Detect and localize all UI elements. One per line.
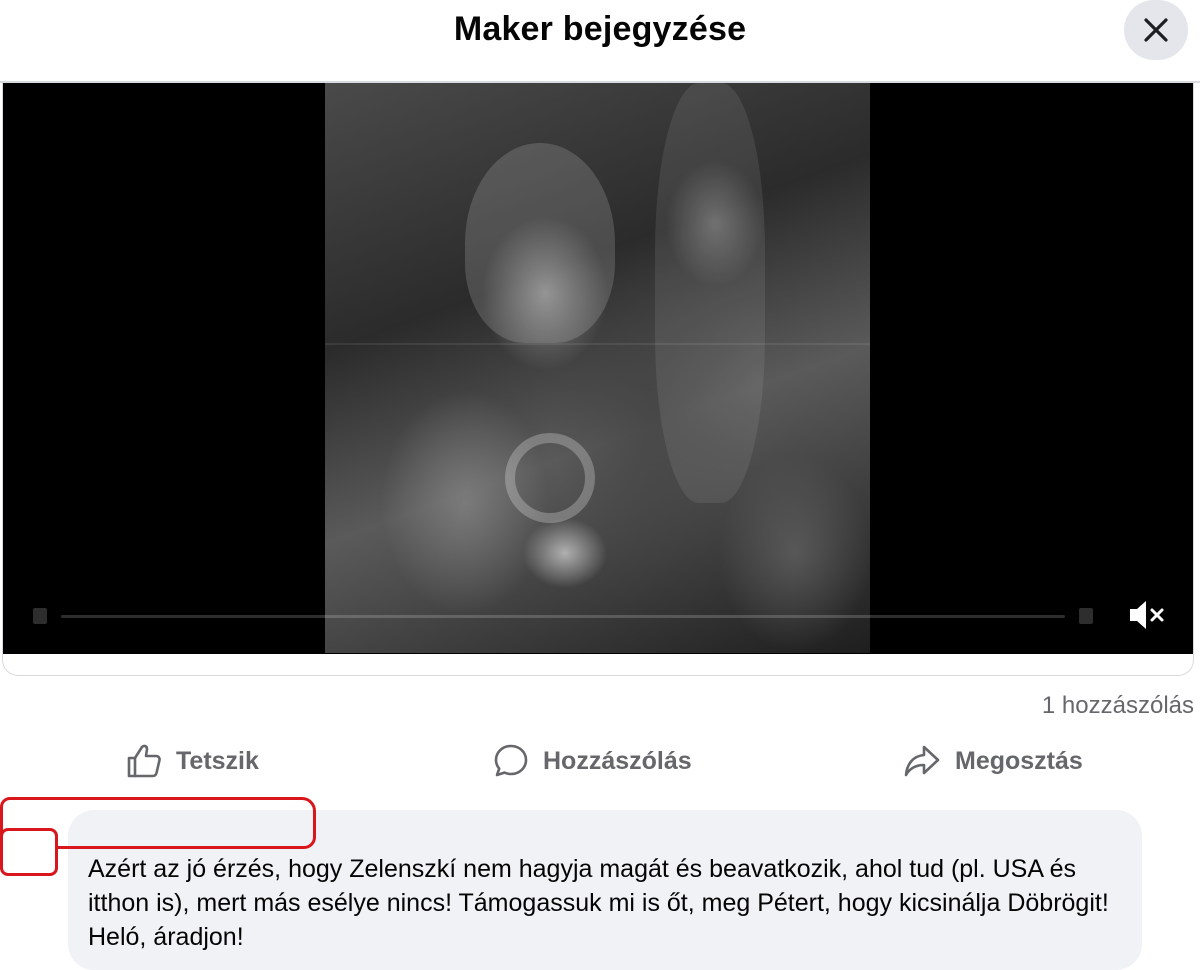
share-arrow-icon xyxy=(904,745,940,777)
comment-label: Hozzászólás xyxy=(543,746,692,775)
close-button[interactable] xyxy=(1124,0,1188,60)
video-controls xyxy=(33,605,1093,627)
close-icon xyxy=(1144,18,1168,42)
page-title: Maker bejegyzése xyxy=(453,10,747,48)
video-overlay-shape xyxy=(505,433,595,523)
comment-text: Azért az jó érzés, hogy Zelenszkí nem ha… xyxy=(88,855,1109,951)
mute-button[interactable] xyxy=(1125,596,1169,634)
video-card xyxy=(2,83,1194,676)
video-overlay-shape xyxy=(655,83,765,503)
like-button[interactable]: Tetszik xyxy=(126,736,259,786)
share-button[interactable]: Megosztás xyxy=(903,736,1083,786)
speaker-muted-icon xyxy=(1130,601,1164,629)
video-overlay-shape xyxy=(325,343,870,345)
video-overlay-shape xyxy=(465,143,615,343)
settings-icon xyxy=(1079,608,1093,624)
like-label: Tetszik xyxy=(176,746,259,775)
video-progress-track xyxy=(61,614,1065,618)
pause-icon xyxy=(33,608,47,624)
post-actions: Tetszik Hozzászólás Megosztás xyxy=(0,736,1200,786)
video-player[interactable] xyxy=(3,83,1193,654)
comment-button[interactable]: Hozzászólás xyxy=(493,736,692,786)
redacted-avatar xyxy=(0,828,58,876)
share-label: Megosztás xyxy=(955,746,1083,775)
comment-count-link[interactable]: 1 hozzászólás xyxy=(1042,692,1194,720)
thumbs-up-icon xyxy=(127,744,161,778)
video-thumbnail xyxy=(325,83,870,653)
speech-bubble-icon xyxy=(494,744,528,777)
post-header: Maker bejegyzése xyxy=(0,0,1200,82)
